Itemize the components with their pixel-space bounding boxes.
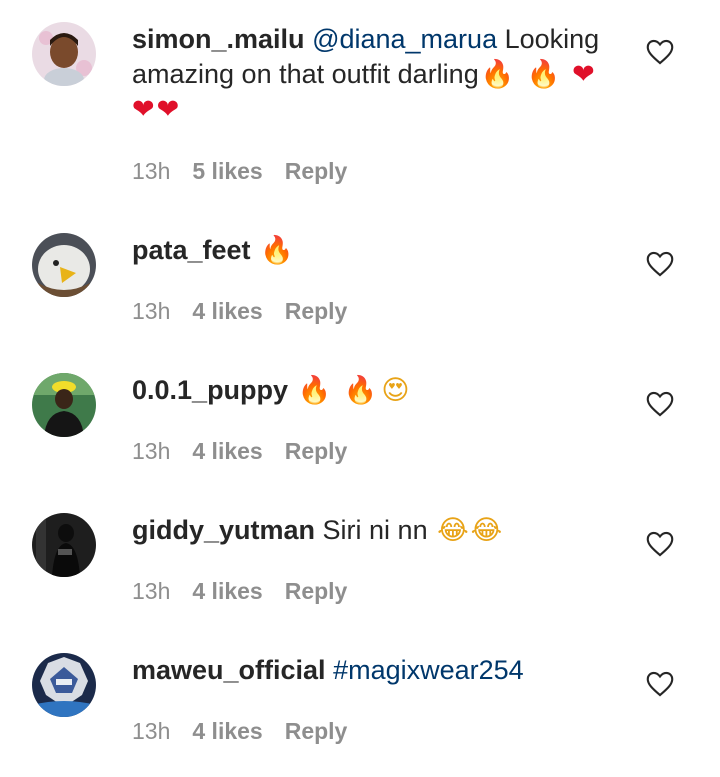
heart-emoji: ❤❤ xyxy=(132,94,182,125)
avatar[interactable] xyxy=(32,653,96,717)
avatar[interactable] xyxy=(32,373,96,437)
comment-text: giddy_yutman Siri ni nn 😂😂 xyxy=(132,513,612,548)
likes-count[interactable]: 4 likes xyxy=(192,718,262,744)
username[interactable]: pata_feet xyxy=(132,235,251,265)
heart-outline-icon[interactable] xyxy=(646,531,674,557)
comment-meta: 13h 4 likes Reply xyxy=(132,718,369,745)
reply-button[interactable]: Reply xyxy=(285,298,348,324)
likes-count[interactable]: 5 likes xyxy=(192,158,262,184)
comment-meta: 13h 4 likes Reply xyxy=(132,298,369,325)
heart-emoji: ❤ xyxy=(572,59,597,90)
comment-text: maweu_official #magixwear254 xyxy=(132,653,612,688)
timestamp: 13h xyxy=(132,158,171,184)
fire-emoji: 🔥 🔥 xyxy=(297,375,380,406)
timestamp: 13h xyxy=(132,718,171,744)
heart-outline-icon[interactable] xyxy=(646,391,674,417)
avatar[interactable] xyxy=(32,22,96,86)
heart-outline-icon[interactable] xyxy=(646,39,674,65)
username[interactable]: giddy_yutman xyxy=(132,515,315,545)
heart-eyes-emoji: 😍 xyxy=(381,375,412,406)
likes-count[interactable]: 4 likes xyxy=(192,298,262,324)
likes-count[interactable]: 4 likes xyxy=(192,438,262,464)
tears-of-joy-emoji: 😂😂 xyxy=(437,515,505,546)
username[interactable]: maweu_official xyxy=(132,655,326,685)
fire-emoji: 🔥 🔥 xyxy=(480,59,563,90)
comment-text: 0.0.1_puppy 🔥 🔥😍 xyxy=(132,373,612,408)
hashtag-link[interactable]: #magixwear254 xyxy=(333,655,524,685)
avatar[interactable] xyxy=(32,513,96,577)
likes-count[interactable]: 4 likes xyxy=(192,578,262,604)
comment-meta: 13h 4 likes Reply xyxy=(132,438,369,465)
reply-button[interactable]: Reply xyxy=(285,438,348,464)
heart-outline-icon[interactable] xyxy=(646,671,674,697)
comment-text: simon_.mailu @diana_marua Looking amazin… xyxy=(132,22,612,127)
reply-button[interactable]: Reply xyxy=(285,718,348,744)
fire-emoji: 🔥 xyxy=(260,235,296,266)
heart-outline-icon[interactable] xyxy=(646,251,674,277)
username[interactable]: simon_.mailu xyxy=(132,24,305,54)
comment-body: Siri ni nn xyxy=(322,515,428,545)
username[interactable]: 0.0.1_puppy xyxy=(132,375,288,405)
comment-meta: 13h 4 likes Reply xyxy=(132,578,369,605)
comment-text: pata_feet 🔥 xyxy=(132,233,612,268)
mention-link[interactable]: @diana_marua xyxy=(312,24,497,54)
timestamp: 13h xyxy=(132,578,171,604)
reply-button[interactable]: Reply xyxy=(285,578,348,604)
timestamp: 13h xyxy=(132,298,171,324)
avatar[interactable] xyxy=(32,233,96,297)
comment-meta: 13h 5 likes Reply xyxy=(132,158,369,185)
reply-button[interactable]: Reply xyxy=(285,158,348,184)
timestamp: 13h xyxy=(132,438,171,464)
